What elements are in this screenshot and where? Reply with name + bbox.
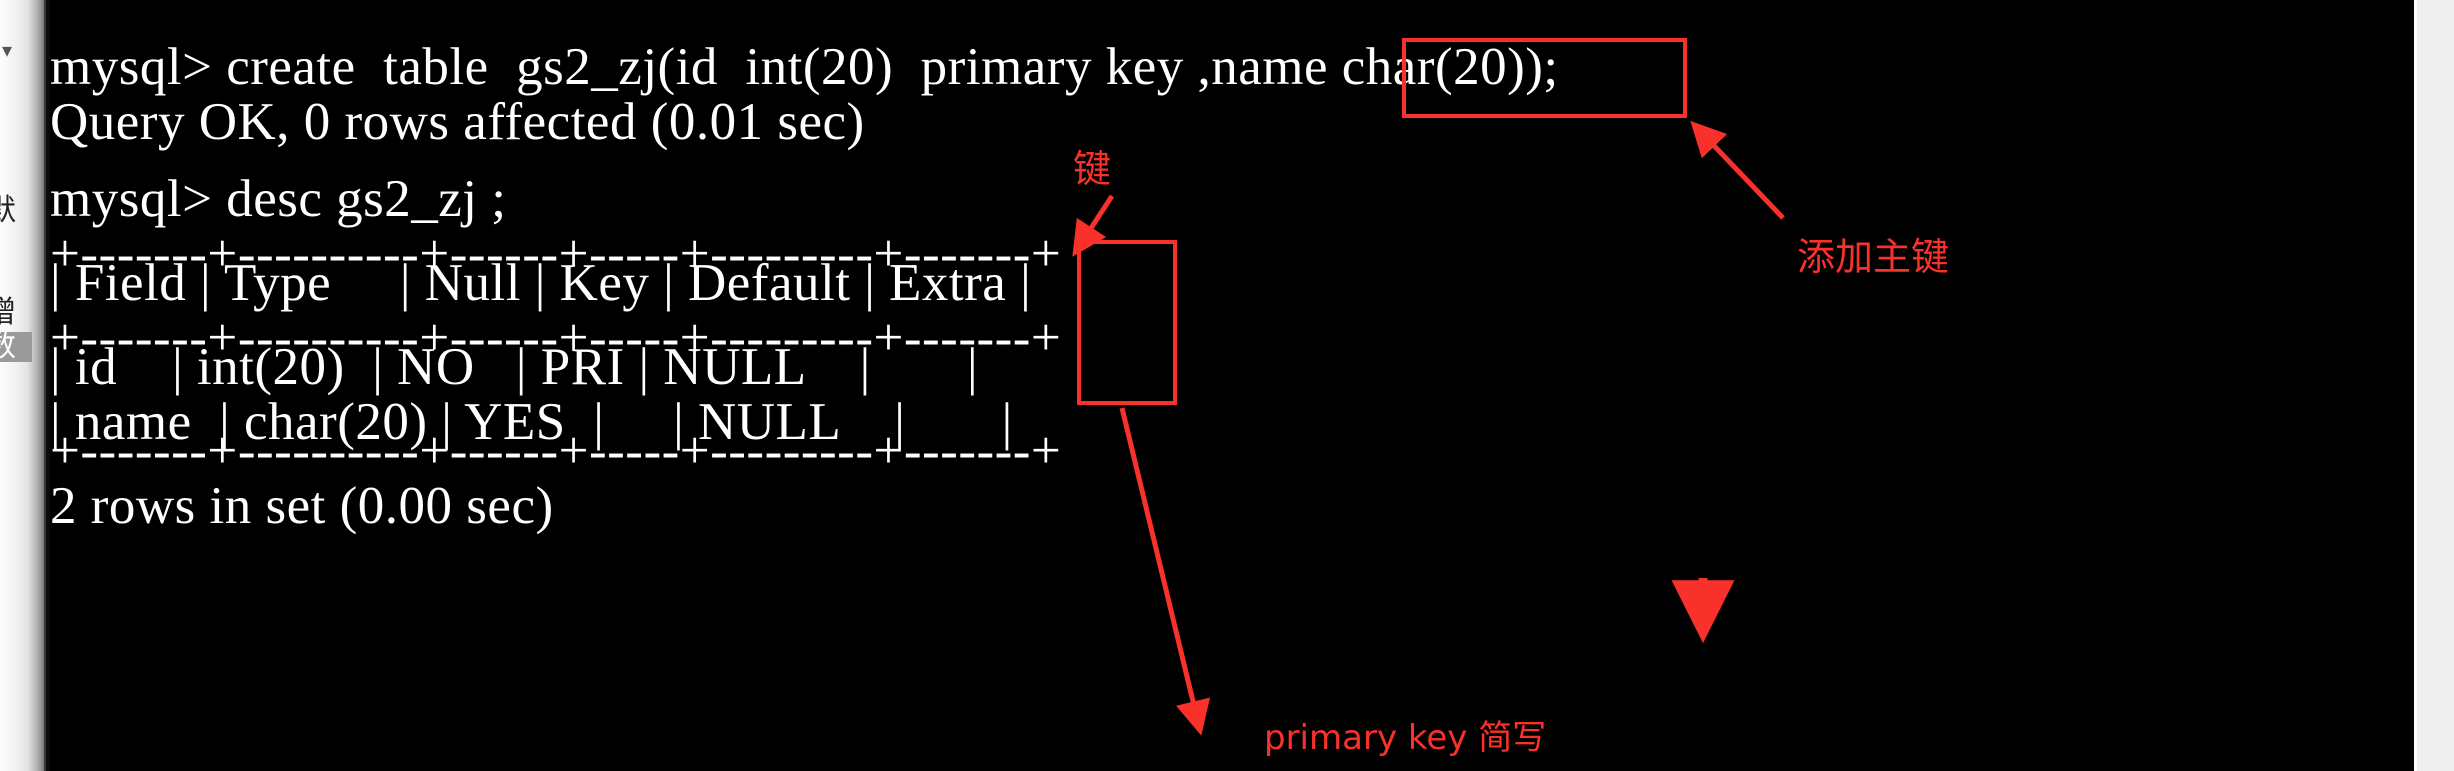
mysql-terminal[interactable]: mysql> create table gs2_zj(id int(20) pr…: [50, 0, 2414, 771]
chevron-down-icon[interactable]: ▾: [2, 38, 12, 62]
terminal-line-create-table: mysql> create table gs2_zj(id int(20) pr…: [50, 38, 1559, 96]
left-window-chrome: ▾ 默 增 数: [0, 0, 44, 771]
terminal-line-query-ok: Query OK, 0 rows affected (0.01 sec): [50, 93, 865, 151]
clipped-sidebar-label-default[interactable]: 默: [0, 196, 30, 226]
right-window-edge: [2414, 0, 2454, 771]
terminal-line-table-header: | Field | Type | Null | Key | Default | …: [50, 254, 1032, 312]
screenshot-root: ▾ 默 增 数 mysql> create table gs2_zj(id in…: [0, 0, 2454, 771]
terminal-line-desc: mysql> desc gs2_zj ;: [50, 170, 507, 228]
clipped-sidebar-label-increment[interactable]: 增: [0, 298, 30, 328]
clipped-sidebar-label-count[interactable]: 数: [0, 332, 32, 362]
terminal-line-rows-in-set: 2 rows in set (0.00 sec): [50, 477, 554, 535]
terminal-line-rule-bottom: +-------+----------+------+-----+-------…: [50, 422, 1062, 480]
terminal-line-row-id: | id | int(20) | NO | PRI | NULL | |: [50, 338, 979, 396]
